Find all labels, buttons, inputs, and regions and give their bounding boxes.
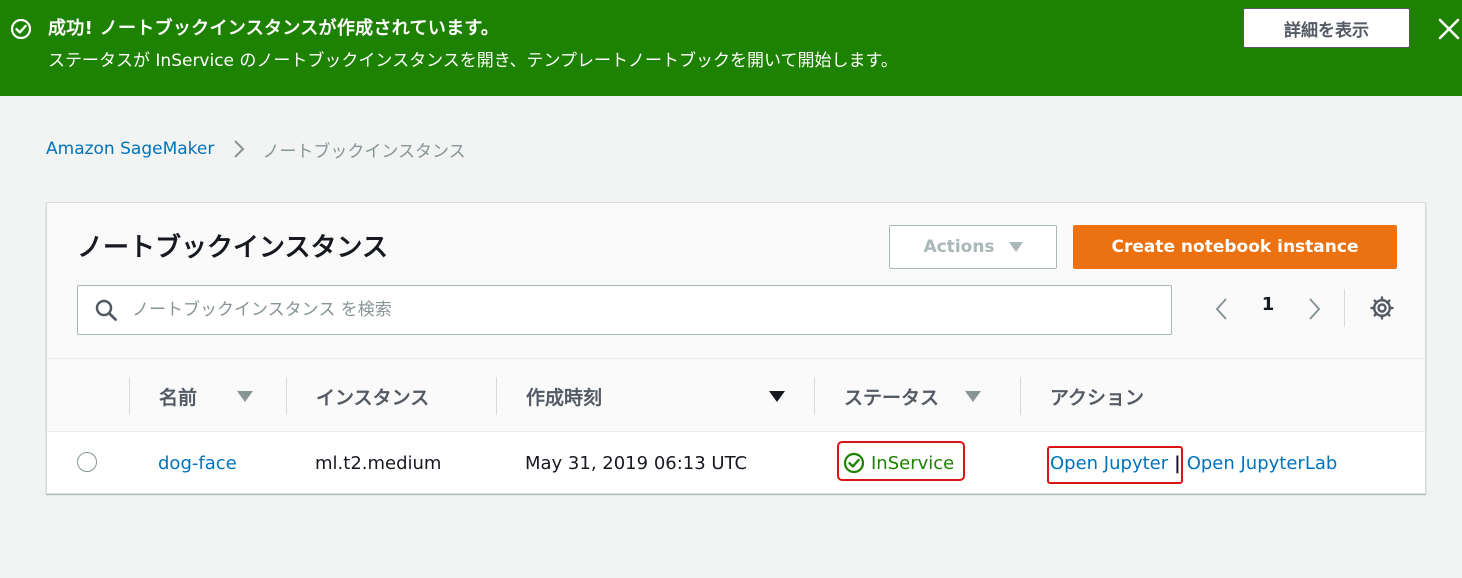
column-header-status[interactable]: ステータス bbox=[844, 359, 982, 433]
breadcrumb-root-link[interactable]: Amazon SageMaker bbox=[46, 139, 214, 159]
status-label: InService bbox=[871, 452, 955, 474]
search-box[interactable] bbox=[77, 285, 1172, 335]
column-header-status-label: ステータス bbox=[844, 386, 940, 409]
breadcrumb-current: ノートブックインスタンス bbox=[262, 141, 466, 162]
panel-header: ノートブックインスタンス Actions Create notebook ins… bbox=[47, 203, 1425, 358]
flash-message: ステータスが InService のノートブックインスタンスを開き、テンプレート… bbox=[48, 51, 898, 71]
notebook-instances-panel: ノートブックインスタンス Actions Create notebook ins… bbox=[46, 202, 1426, 494]
pager-divider bbox=[1344, 289, 1345, 327]
flash-title: 成功! ノートブックインスタンスが作成されています。 bbox=[48, 18, 500, 39]
gear-icon[interactable] bbox=[1369, 295, 1395, 321]
instance-name-link[interactable]: dog-face bbox=[158, 432, 237, 494]
column-header-created[interactable]: 作成時刻 bbox=[526, 359, 602, 433]
table-row: dog-face ml.t2.medium May 31, 2019 06:13… bbox=[47, 432, 1425, 494]
sort-caret-icon bbox=[237, 390, 254, 402]
actions-dropdown-button[interactable]: Actions bbox=[889, 225, 1057, 269]
chevron-right-icon bbox=[234, 140, 245, 158]
column-header-name-label: 名前 bbox=[159, 386, 198, 409]
instance-type: ml.t2.medium bbox=[315, 452, 442, 474]
search-icon bbox=[95, 299, 117, 321]
column-divider bbox=[1020, 377, 1021, 415]
breadcrumb: Amazon SageMaker ノートブックインスタンス bbox=[46, 136, 466, 162]
creation-time: May 31, 2019 06:13 UTC bbox=[525, 452, 748, 474]
column-header-created-label: 作成時刻 bbox=[526, 386, 603, 409]
pagination-current-page[interactable]: 1 bbox=[1257, 294, 1279, 315]
row-select-radio[interactable] bbox=[77, 452, 97, 472]
column-divider bbox=[286, 377, 287, 415]
instance-name[interactable]: dog-face bbox=[158, 453, 237, 474]
table-header: 名前 インスタンス 作成時刻 ステータス アクション bbox=[47, 358, 1425, 432]
create-notebook-instance-button[interactable]: Create notebook instance bbox=[1073, 225, 1397, 269]
view-details-button[interactable]: 詳細を表示 bbox=[1243, 8, 1410, 48]
status-check-icon bbox=[843, 452, 865, 474]
actions-cell: Open Jupyter | Open JupyterLab bbox=[1050, 432, 1337, 494]
sort-caret-icon bbox=[965, 390, 982, 402]
actions-label: Actions bbox=[923, 237, 995, 257]
column-header-name[interactable]: 名前 bbox=[159, 359, 277, 433]
column-header-actions: アクション bbox=[1050, 386, 1145, 409]
success-flash-banner: 成功! ノートブックインスタンスが作成されています。 ステータスが InServ… bbox=[0, 0, 1462, 96]
chevron-left-icon[interactable] bbox=[1211, 295, 1233, 323]
sort-caret-active-icon[interactable] bbox=[769, 391, 785, 402]
close-icon[interactable] bbox=[1436, 16, 1462, 42]
status-cell: InService bbox=[843, 432, 954, 494]
column-divider bbox=[129, 377, 130, 415]
column-divider bbox=[496, 377, 497, 415]
page-title: ノートブックインスタンス bbox=[77, 233, 388, 263]
column-header-instance[interactable]: インスタンス bbox=[316, 359, 429, 433]
caret-down-icon bbox=[1008, 242, 1023, 252]
action-separator: | bbox=[1174, 452, 1181, 474]
open-jupyter-link[interactable]: Open Jupyter bbox=[1050, 453, 1168, 474]
search-input[interactable] bbox=[132, 294, 1152, 326]
open-jupyterlab-link[interactable]: Open JupyterLab bbox=[1187, 453, 1338, 474]
success-check-icon bbox=[10, 18, 32, 40]
chevron-right-icon[interactable] bbox=[1303, 295, 1325, 323]
column-divider bbox=[814, 377, 815, 415]
